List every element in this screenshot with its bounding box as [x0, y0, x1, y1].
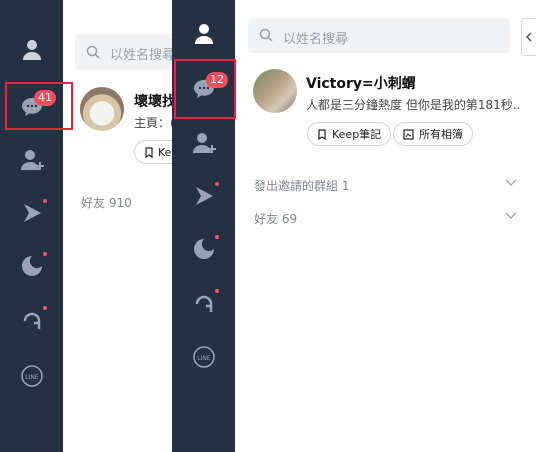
keep-button[interactable]: Keep筆記	[307, 122, 392, 146]
collapse-panel-button[interactable]	[521, 18, 536, 56]
svg-text:LINE: LINE	[197, 355, 211, 362]
album-icon	[403, 128, 414, 140]
search-placeholder: 以姓名搜尋	[110, 48, 176, 63]
album-button-label: 所有相簿	[419, 128, 463, 141]
notification-dot	[43, 199, 47, 203]
moon-icon[interactable]	[20, 254, 44, 278]
notification-dot	[43, 252, 47, 256]
person-icon[interactable]	[192, 22, 216, 46]
a-icon[interactable]	[20, 309, 44, 333]
chevron-down-icon[interactable]	[504, 177, 518, 187]
friends-section[interactable]: 好友 69	[254, 210, 297, 227]
a-icon[interactable]	[192, 292, 216, 316]
line-icon[interactable]: LINE	[192, 345, 216, 369]
notification-dot	[215, 289, 219, 293]
play-icon[interactable]	[20, 201, 44, 225]
add-friend-icon[interactable]	[20, 148, 46, 172]
svg-text:LINE: LINE	[25, 374, 39, 381]
highlight-box	[174, 59, 236, 119]
avatar[interactable]	[253, 69, 297, 113]
profile-status: 主頁：(	[134, 116, 175, 130]
add-friend-icon[interactable]	[192, 131, 218, 155]
bookmark-icon	[145, 146, 153, 158]
chevron-down-icon[interactable]	[504, 210, 518, 220]
play-icon[interactable]	[192, 184, 216, 208]
notification-dot	[215, 182, 219, 186]
highlight-box	[5, 82, 73, 130]
album-button[interactable]: 所有相簿	[393, 122, 473, 146]
line-icon[interactable]: LINE	[20, 364, 44, 388]
notification-dot	[215, 235, 219, 239]
profile-name[interactable]: Victory=小刺蝟	[306, 73, 416, 93]
friends-section[interactable]: 好友 910	[81, 194, 132, 211]
bookmark-icon	[318, 128, 326, 140]
avatar[interactable]	[80, 87, 124, 131]
chevron-left-icon	[525, 32, 532, 42]
search-placeholder: 以姓名搜尋	[283, 32, 349, 47]
moon-icon[interactable]	[192, 237, 216, 261]
profile-name[interactable]: 壞壞找	[134, 91, 176, 111]
profile-status: 人都是三分鐘熱度 但你是我的第181秒...	[306, 98, 520, 112]
notification-dot	[43, 306, 47, 310]
search-icon	[259, 28, 273, 42]
search-icon	[86, 45, 100, 59]
invited-groups-section[interactable]: 發出邀請的群組 1	[254, 177, 349, 194]
person-icon[interactable]	[20, 38, 44, 62]
keep-button-label: Keep筆記	[332, 128, 382, 141]
